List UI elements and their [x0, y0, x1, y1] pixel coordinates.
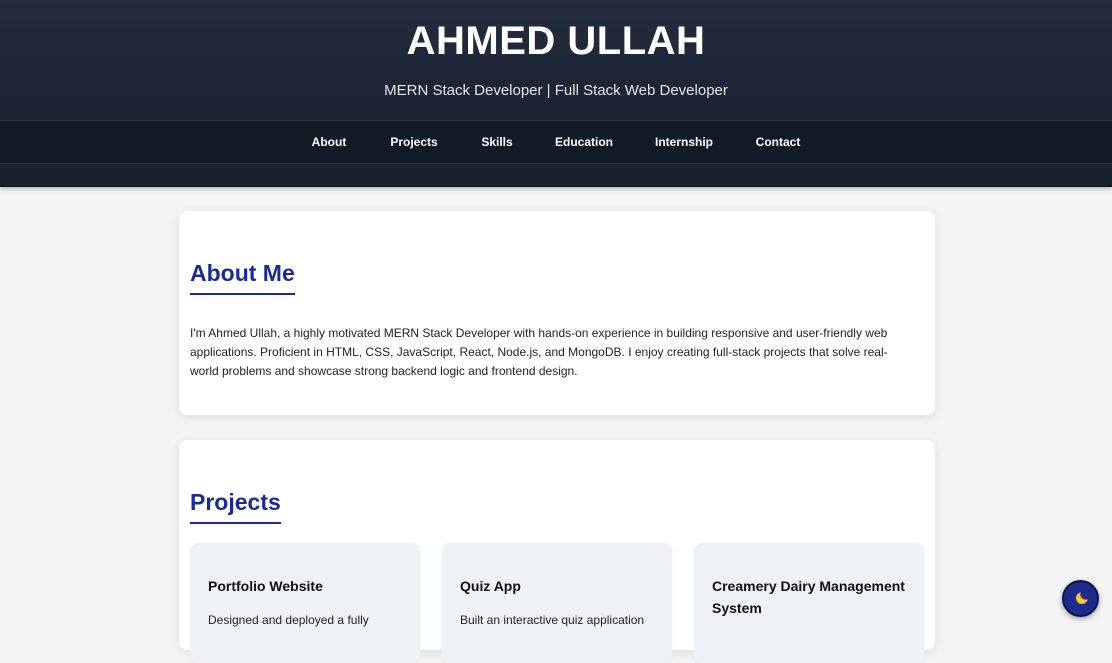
site-header: AHMED ULLAH MERN Stack Developer | Full …: [0, 0, 1112, 187]
nav-link-about[interactable]: About: [312, 121, 347, 163]
project-title: Portfolio Website: [208, 578, 323, 594]
nav-link-skills[interactable]: Skills: [481, 121, 512, 163]
project-card-creamery: Creamery Dairy Management System: [694, 543, 924, 663]
about-text: I'm Ahmed Ullah, a highly motivated MERN…: [190, 326, 888, 378]
about-heading: About Me: [190, 259, 295, 295]
theme-toggle-button[interactable]: [1062, 580, 1099, 617]
project-description: Designed and deployed a fully: [208, 613, 369, 627]
nav-link-internship[interactable]: Internship: [655, 121, 713, 163]
projects-section: Projects Portfolio Website Designed and …: [179, 440, 935, 663]
project-card-portfolio: Portfolio Website Designed and deployed …: [190, 543, 420, 663]
nav-link-projects[interactable]: Projects: [390, 121, 437, 163]
main-nav: About Projects Skills Education Internsh…: [0, 120, 1112, 164]
about-section: About Me I'm Ahmed Ullah, a highly motiv…: [179, 211, 935, 415]
project-title: Quiz App: [460, 578, 521, 594]
site-title: AHMED ULLAH: [406, 19, 706, 63]
projects-heading: Projects: [190, 488, 281, 524]
project-title: Creamery Dairy Management System: [712, 578, 905, 616]
nav-link-contact[interactable]: Contact: [756, 121, 801, 163]
project-description: Built an interactive quiz application: [460, 613, 645, 627]
nav-link-education[interactable]: Education: [555, 121, 613, 163]
project-card-quiz-app: Quiz App Built an interactive quiz appli…: [442, 543, 672, 663]
moon-icon: [1075, 592, 1088, 605]
site-subtitle: MERN Stack Developer | Full Stack Web De…: [384, 82, 728, 99]
